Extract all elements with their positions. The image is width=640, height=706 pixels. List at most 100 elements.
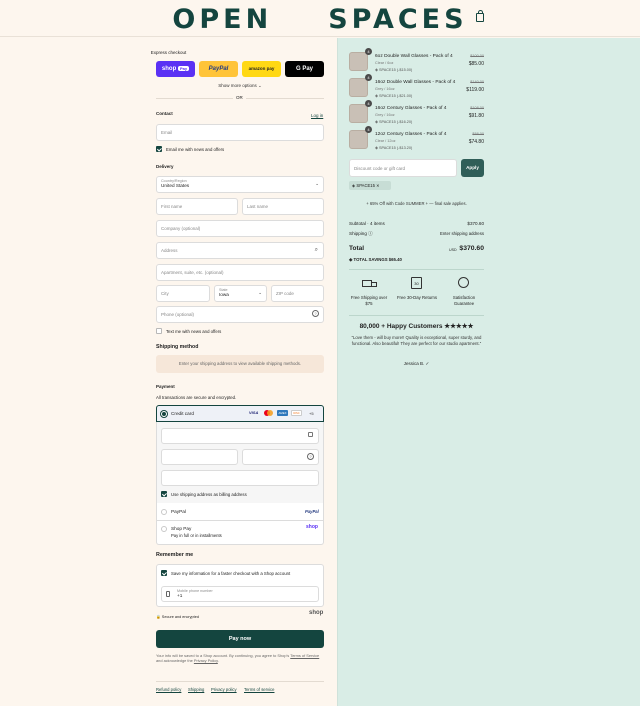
shop-pay-tag: Pay (177, 66, 190, 71)
secure-text: Secure and encrypted (161, 615, 199, 619)
login-link[interactable]: Log in (311, 113, 323, 118)
card-number-field[interactable] (161, 428, 319, 444)
cart-bag-icon[interactable] (476, 10, 484, 22)
email-field[interactable]: Email (156, 124, 324, 141)
save-info-checkbox[interactable] (161, 570, 167, 576)
applied-code-tag: ◈ SPACE15 ✕ (349, 181, 391, 190)
last-name-field[interactable]: Last name (242, 198, 324, 215)
or-label: OR (233, 95, 246, 100)
item-old-price: $140.00 (470, 80, 484, 84)
phone-field[interactable]: Phone (optional)? (156, 306, 324, 323)
item-old-price: $88.00 (472, 132, 484, 136)
item-price: $85.00 (468, 61, 484, 67)
site-header: OPEN SPACES (0, 0, 640, 37)
remember-me-heading: Remember me (156, 552, 194, 558)
chevron-down-icon: ⌄ (258, 83, 262, 88)
apartment-field[interactable]: Apartment, suite, etc. (optional) (156, 264, 324, 281)
remove-code-icon[interactable]: ✕ (376, 183, 380, 188)
item-price: $119.00 (466, 87, 484, 93)
mobile-phone-field[interactable]: Mobile phone number +1 (161, 586, 319, 602)
name-on-card-field[interactable] (161, 470, 319, 486)
shop-logo: shop (309, 610, 324, 616)
shop-pay-radio[interactable] (161, 526, 167, 532)
brand-part-2: SPACES (328, 4, 468, 35)
chevron-down-icon: ⌄ (258, 290, 262, 295)
express-checkout-label: Express checkout (150, 50, 187, 55)
item-discount-text: SPACE15 (-$15.00) (378, 68, 413, 72)
privacy-policy-footer-link[interactable]: Privacy policy (211, 687, 237, 692)
brand-logo[interactable]: OPEN SPACES (0, 4, 640, 35)
email-placeholder: Email (161, 130, 173, 135)
savings-label: TOTAL SAVINGS (353, 257, 388, 262)
security-code-field[interactable]: ? (242, 449, 319, 465)
zip-field[interactable]: ZIP code (271, 285, 324, 302)
terms-mid-text: and acknowledge the (156, 658, 193, 664)
email-news-checkbox[interactable] (156, 146, 162, 152)
product-thumbnail (349, 78, 368, 97)
country-select[interactable]: Country/Region United States ⌄ (156, 176, 324, 193)
discover-icon: DISC (291, 410, 302, 416)
phone-placeholder: Phone (optional) (161, 312, 195, 317)
perk-free-returns: Free 30-Day Returns (396, 295, 438, 300)
quantity-badge: 4 (365, 48, 372, 55)
help-icon[interactable]: ? (312, 310, 319, 317)
discount-placeholder: Discount code or gift card (354, 166, 406, 171)
shop-pay-text: shop (161, 66, 177, 72)
state-select[interactable]: State Iowa ⌄ (214, 285, 267, 302)
shop-pay-button[interactable]: shop Pay (156, 61, 195, 77)
verified-icon: ✓ (425, 361, 430, 366)
item-discount: ◈ SPACE15 (-$21.00) (375, 93, 412, 98)
brand-part-1: OPEN (172, 4, 273, 35)
terms-of-service-link[interactable]: Terms of Service (290, 653, 319, 658)
shop-pay-logo: shop (306, 524, 318, 530)
item-discount-text: SPACE15 (-$16.20) (378, 120, 413, 124)
info-icon[interactable]: ⓘ (368, 231, 373, 236)
item-discount: ◈ SPACE15 (-$13.20) (375, 145, 412, 150)
company-field[interactable]: Company (optional) (156, 220, 324, 237)
total-value: $370.60 (459, 245, 484, 252)
google-pay-button[interactable]: G Pay (285, 61, 324, 77)
text-news-checkbox[interactable] (156, 328, 162, 334)
item-variant: Grey / 16oz (375, 87, 395, 91)
quantity-badge: 4 (365, 126, 372, 133)
paypal-radio[interactable] (161, 509, 167, 515)
shipping-policy-link[interactable]: Shipping (188, 687, 204, 692)
award-icon (458, 277, 469, 288)
address-placeholder: Address (161, 248, 178, 253)
help-icon[interactable]: ? (307, 453, 314, 460)
item-discount: ◈ SPACE15 (-$15.00) (375, 67, 412, 72)
save-info-label: Save my information for a faster checkou… (171, 571, 291, 576)
item-variant: Clear / 12oz (375, 139, 396, 143)
show-more-text: Show more options (218, 83, 257, 88)
expiration-field[interactable] (161, 449, 238, 465)
city-field[interactable]: City (156, 285, 210, 302)
lock-icon: 🔒 (156, 615, 161, 619)
promo-message: + 65% Off with Code SUMMER + — final sal… (366, 201, 467, 206)
shop-pay-sublabel: Pay in full or in installments (171, 533, 222, 538)
chevron-down-icon: ⌄ (315, 181, 319, 186)
pay-now-button[interactable]: Pay now (156, 630, 324, 648)
billing-same-checkbox[interactable] (161, 491, 167, 497)
total-savings: ◈ TOTAL SAVINGS $65.40 (349, 257, 402, 263)
lock-icon (308, 432, 313, 437)
paypal-button[interactable]: PayPal (199, 61, 238, 77)
privacy-policy-link[interactable]: Privacy Policy (194, 658, 218, 663)
search-icon: ⌕ (314, 247, 318, 253)
first-name-field[interactable]: First name (156, 198, 238, 215)
more-cards-badge: +5 (309, 411, 314, 416)
apartment-placeholder: Apartment, suite, etc. (optional) (161, 270, 224, 275)
shipping-value: Enter shipping address (440, 231, 484, 236)
calendar-icon: 30 (411, 277, 422, 289)
product-thumbnail (349, 130, 368, 149)
terms-of-service-footer-link[interactable]: Terms of service (244, 687, 274, 692)
address-field[interactable]: Address ⌕ (156, 242, 324, 259)
discount-code-input[interactable]: Discount code or gift card (349, 159, 457, 177)
apply-button[interactable]: Apply (461, 159, 484, 177)
refund-policy-link[interactable]: Refund policy (156, 687, 181, 692)
terms-end: . (217, 658, 219, 664)
amazon-pay-button[interactable]: amazon pay (242, 61, 281, 77)
item-price: $74.80 (468, 139, 484, 145)
review-quote: “Love them - will buy more!! Quality is … (351, 335, 482, 346)
perk-satisfaction: Satisfaction Guarantee (452, 295, 476, 306)
credit-card-radio[interactable] (161, 411, 167, 417)
